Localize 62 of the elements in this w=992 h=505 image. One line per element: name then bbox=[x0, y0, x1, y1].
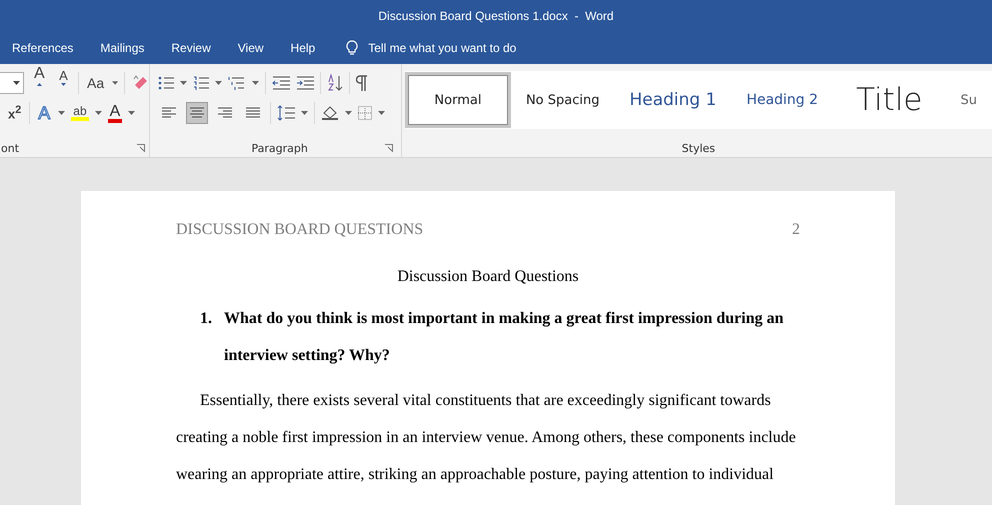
style-item[interactable]: Normal bbox=[404, 72, 511, 128]
caret-icon[interactable] bbox=[180, 81, 188, 85]
group-label: Styles bbox=[682, 142, 716, 154]
ribbon-tab[interactable]: Mailings bbox=[92, 37, 152, 59]
eraser-icon[interactable] bbox=[131, 75, 150, 91]
align-right-icon bbox=[218, 107, 232, 119]
align-center-icon bbox=[190, 107, 204, 119]
caret-icon[interactable] bbox=[94, 111, 102, 115]
pilcrow-icon[interactable] bbox=[356, 75, 368, 91]
up-arrow-icon bbox=[37, 83, 42, 86]
font-color-button[interactable]: A bbox=[108, 104, 122, 122]
caret-icon[interactable] bbox=[58, 111, 66, 115]
align-left-icon bbox=[162, 107, 176, 119]
caret-icon[interactable] bbox=[252, 81, 260, 85]
ribbon-tab[interactable]: View bbox=[230, 37, 272, 59]
tell-me-placeholder: Tell me what you want to do bbox=[368, 41, 516, 55]
ribbon-tab[interactable]: References bbox=[4, 37, 82, 59]
caret-icon[interactable] bbox=[112, 81, 118, 85]
list-number: 1. bbox=[200, 309, 213, 329]
caret-icon[interactable] bbox=[215, 81, 222, 85]
multilevel-list-icon[interactable] bbox=[228, 76, 246, 90]
group-label: Paragraph bbox=[251, 142, 308, 154]
ribbon-tab[interactable]: Review bbox=[163, 37, 219, 59]
style-item[interactable]: Heading 1 bbox=[614, 72, 732, 128]
sort-icon[interactable] bbox=[327, 74, 344, 92]
style-item[interactable]: Heading 2 bbox=[731, 72, 834, 128]
dialog-launcher-icon[interactable] bbox=[384, 144, 393, 152]
numbered-list-icon[interactable] bbox=[193, 76, 210, 90]
bullet-list-icon[interactable] bbox=[158, 76, 174, 90]
page-number: 2 bbox=[792, 221, 800, 239]
lightbulb-icon bbox=[346, 40, 358, 56]
caret-icon bbox=[12, 81, 20, 85]
running-header: DISCUSSION BOARD QUESTIONS bbox=[176, 221, 424, 239]
line-spacing-icon[interactable] bbox=[277, 105, 296, 121]
body-paragraph: Essentially, there exists several vital constituents that are exceedingly significant towards creating a noble first impression in an interview venue. Among others, these components include wearing an appropriate attire, striking an approachable posture, paying attention to individual bbox=[176, 391, 797, 485]
decrease-indent-icon[interactable] bbox=[272, 76, 290, 90]
window-title: Discussion Board Questions 1.docx - Word bbox=[378, 9, 614, 23]
paint-bucket-icon[interactable] bbox=[321, 105, 340, 121]
shrink-font-button[interactable]: A bbox=[54, 68, 72, 98]
justify-icon bbox=[246, 107, 260, 119]
caret-icon[interactable] bbox=[128, 111, 136, 115]
dialog-launcher-icon[interactable] bbox=[137, 144, 146, 152]
caret-icon[interactable] bbox=[345, 111, 352, 115]
question-text: What do you think is most important in making a great first impression during an interview setting? Why? bbox=[224, 309, 784, 366]
superscript-button[interactable]: x$^{2}$ bbox=[0, 104, 24, 122]
change-case-button[interactable]: Aa bbox=[85, 75, 106, 91]
align-button[interactable] bbox=[186, 102, 208, 124]
style-item[interactable]: Title bbox=[833, 72, 946, 128]
caret-icon[interactable] bbox=[378, 111, 386, 115]
grow-font-button[interactable]: A bbox=[30, 65, 49, 101]
tell-me-search[interactable]: Tell me what you want to do bbox=[342, 36, 520, 60]
style-item[interactable]: Su bbox=[946, 72, 992, 128]
borders-icon[interactable] bbox=[358, 106, 372, 120]
group-label: ont bbox=[1, 142, 20, 154]
caret-icon[interactable] bbox=[301, 111, 308, 115]
down-arrow-icon bbox=[61, 83, 66, 86]
ribbon-tab[interactable]: Help bbox=[282, 37, 324, 59]
font-size-dropdown[interactable] bbox=[0, 72, 24, 94]
highlight-button[interactable]: ab bbox=[71, 105, 89, 121]
style-item[interactable]: No Spacing bbox=[510, 72, 614, 128]
document-title: Discussion Board Questions bbox=[396, 268, 580, 286]
increase-indent-icon[interactable] bbox=[296, 76, 314, 90]
